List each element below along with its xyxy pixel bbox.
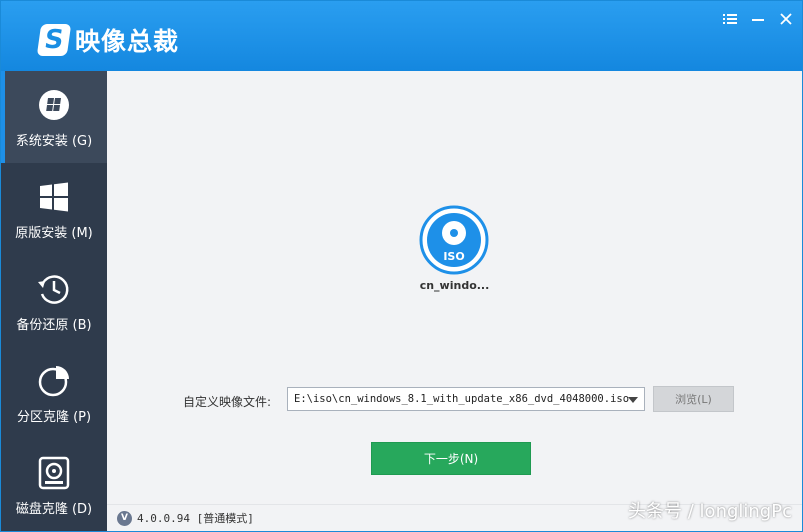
disk-clone-icon	[37, 456, 71, 490]
image-file-value: E:\iso\cn_windows_8.1_with_update_x86_dv…	[294, 393, 630, 405]
pie-chart-icon	[37, 364, 71, 398]
logo-icon: S	[36, 24, 72, 56]
iso-icon-label: ISO	[443, 250, 464, 263]
next-button[interactable]: 下一步(N)	[371, 442, 531, 475]
browse-button[interactable]: 浏览(L)	[653, 386, 734, 412]
app-window: S 映像总裁 系统安装 (G) 原版安装 (M) 备份还原 (B) 分区克隆 (…	[0, 0, 803, 532]
version-text: 4.0.0.94 [普通模式]	[137, 512, 254, 525]
menu-icon[interactable]	[722, 11, 738, 27]
minimize-icon[interactable]	[750, 11, 766, 27]
title-bar: S 映像总裁	[1, 1, 802, 71]
close-icon[interactable]	[778, 11, 794, 27]
sidebar-item-partition-clone[interactable]: 分区克隆 (P)	[1, 347, 107, 439]
app-title: 映像总裁	[75, 27, 180, 56]
sidebar-item-backup-restore[interactable]: 备份还原 (B)	[1, 255, 107, 347]
watermark: 头条号 / longlingPc	[628, 501, 792, 522]
sidebar-item-original-install[interactable]: 原版安装 (M)	[1, 163, 107, 255]
sidebar-item-label: 原版安装 (M)	[15, 226, 93, 241]
iso-disc-icon[interactable]: ISO	[419, 205, 489, 275]
sidebar-item-system-install[interactable]: 系统安装 (G)	[1, 71, 107, 163]
chevron-down-icon	[628, 397, 638, 403]
iso-file-name: cn_windo...	[419, 279, 490, 292]
windows-disc-icon	[37, 88, 71, 122]
main-panel: ISO cn_windo... 自定义映像文件: E:\iso\cn_windo…	[107, 71, 802, 475]
sidebar-item-label: 分区克隆 (P)	[16, 410, 92, 425]
image-file-dropdown[interactable]: E:\iso\cn_windows_8.1_with_update_x86_dv…	[287, 387, 645, 411]
sidebar-item-label: 系统安装 (G)	[15, 134, 93, 149]
app-logo: S 映像总裁	[36, 23, 180, 57]
restore-clock-icon	[37, 272, 71, 306]
windows-logo-icon	[37, 180, 71, 214]
sidebar-item-label: 磁盘克隆 (D)	[15, 502, 93, 517]
window-controls	[722, 11, 794, 27]
sidebar-item-disk-clone[interactable]: 磁盘克隆 (D)	[1, 439, 107, 531]
custom-image-label: 自定义映像文件:	[183, 395, 272, 409]
sidebar: 系统安装 (G) 原版安装 (M) 备份还原 (B) 分区克隆 (P) 磁盘克隆…	[1, 71, 107, 531]
sidebar-item-label: 备份还原 (B)	[16, 318, 92, 333]
version-badge: V	[117, 510, 132, 526]
